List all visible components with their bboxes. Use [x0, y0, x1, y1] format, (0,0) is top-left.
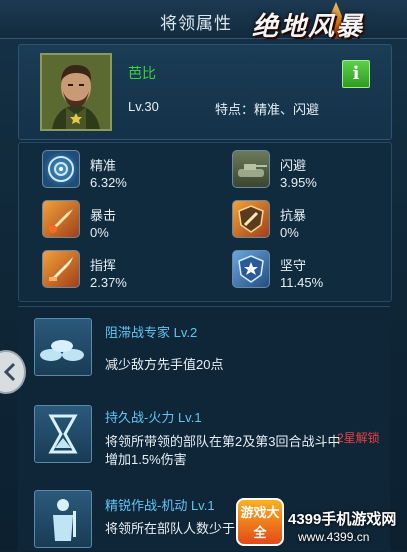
hero-name: 芭比	[128, 65, 156, 81]
precision-reticle-icon	[42, 150, 80, 188]
stat-value-critical: 0%	[90, 225, 109, 240]
hero-traits: 特点：精准、闪避	[215, 102, 320, 117]
soldier-icon[interactable]	[34, 490, 92, 548]
watermark-badge: 游戏大全	[236, 498, 284, 546]
stat-value-evasion: 3.95%	[280, 175, 317, 190]
unlock-requirement: 2星解锁	[337, 431, 380, 445]
stat-name-steadfast: 坚守	[280, 258, 307, 273]
stat-name-anti-critical: 抗暴	[280, 208, 307, 223]
skill-desc-endurance: 将领所带领的部队在第2及第3回合战斗中增加1.5%伤害	[105, 434, 341, 467]
stat-name-precision: 精准	[90, 158, 117, 173]
skill-desc-delay: 减少敌方先手值20点	[105, 357, 224, 372]
stat-value-precision: 6.32%	[90, 175, 127, 190]
stat-value-command: 2.37%	[90, 275, 127, 290]
tank-icon	[232, 150, 270, 188]
watermark: 游戏大全 4399手机游戏网 www.4399.cn	[236, 498, 407, 550]
shield-slash-icon	[232, 200, 270, 238]
logo-text: 绝地风暴	[252, 11, 365, 41]
skill-name-elite: 精锐作战-机动 Lv.1	[105, 498, 215, 513]
window-title: 将领属性	[160, 14, 232, 33]
watermark-site-name: 4399手机游戏网	[288, 511, 397, 528]
watermark-url: www.4399.cn	[298, 530, 370, 544]
hero-level: Lv.30	[128, 99, 159, 114]
game-logo: 绝地风暴	[244, 2, 394, 42]
critical-missile-icon	[42, 200, 80, 238]
stat-name-command: 指挥	[90, 258, 117, 273]
skill-name-endurance: 持久战-火力 Lv.1	[105, 410, 202, 425]
stat-value-anti-critical: 0%	[280, 225, 299, 240]
skill-name-delay: 阻滞战专家 Lv.2	[105, 325, 198, 340]
info-icon: i	[352, 63, 360, 84]
stat-name-evasion: 闪避	[280, 158, 307, 173]
info-button[interactable]: i	[342, 60, 370, 88]
stat-name-critical: 暴击	[90, 208, 117, 223]
portrait-icon	[42, 55, 110, 129]
sandbag-icon[interactable]	[34, 318, 92, 376]
star-shield-icon	[232, 250, 270, 288]
hourglass-icon[interactable]	[34, 405, 92, 463]
back-arrow-button[interactable]	[0, 350, 26, 394]
hero-portrait	[40, 53, 112, 131]
command-shell-icon	[42, 250, 80, 288]
stat-value-steadfast: 11.45%	[280, 275, 324, 290]
arrow-left-icon	[3, 362, 16, 382]
